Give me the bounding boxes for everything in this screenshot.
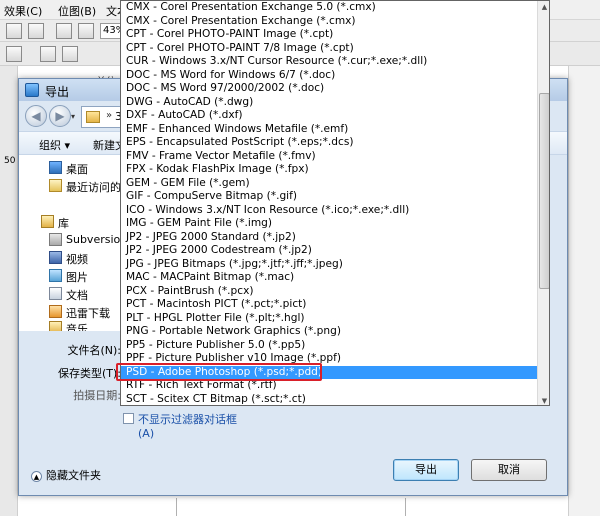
nav-item-label: 库 [58, 217, 69, 230]
filetype-label: 保存类型(T): [57, 367, 121, 380]
music-icon [49, 321, 62, 331]
nav-item-recent[interactable]: 最近访问的位 [19, 177, 132, 195]
organize-button[interactable]: 组织 ▾ [39, 137, 70, 153]
scrollbar-thumb[interactable] [539, 93, 549, 289]
hide-folders-toggle[interactable]: ▲ 隐藏文件夹 [31, 467, 101, 483]
video-icon [49, 251, 62, 264]
zoom-level[interactable]: 43% [100, 23, 125, 39]
dropdown-option[interactable]: IMG - GEM Paint File (*.img) [121, 217, 537, 231]
ruler-number: 50 [4, 156, 16, 166]
page-layout-icon[interactable] [40, 46, 56, 62]
documents-icon [49, 287, 62, 300]
forward-arrow-icon[interactable]: ▶ [49, 105, 71, 127]
no-filter-dialog-checkbox[interactable] [123, 413, 134, 424]
dropdown-option[interactable]: RTF - Rich Text Format (*.rtf) [121, 379, 537, 393]
no-filter-dialog-shortcut: (A) [138, 427, 155, 440]
dropdown-option[interactable]: FMV - Frame Vector Metafile (*.fmv) [121, 150, 537, 164]
pictures-icon [49, 269, 62, 282]
address-bar[interactable]: » 3- [81, 106, 126, 128]
dropdown-option[interactable]: PCX - PaintBrush (*.pcx) [121, 285, 537, 299]
nav-item-music[interactable]: 音乐 [19, 319, 123, 331]
landscape-icon[interactable] [62, 46, 78, 62]
dialog-title: 导出 [45, 85, 70, 99]
annotation-highlight-box [116, 363, 322, 381]
dropdown-option[interactable]: CUR - Windows 3.x/NT Cursor Resource (*.… [121, 55, 537, 69]
filename-label: 文件名(N): [67, 344, 121, 357]
dropdown-option[interactable]: FPX - Kodak FlashPix Image (*.fpx) [121, 163, 537, 177]
dropdown-option[interactable]: SCT - Scitex CT Bitmap (*.sct;*.ct) [121, 393, 537, 406]
dropdown-option[interactable]: DOC - MS Word 97/2000/2002 (*.doc) [121, 82, 537, 96]
dropdown-option[interactable]: GEM - GEM File (*.gem) [121, 177, 537, 191]
dropdown-option[interactable]: CMX - Corel Presentation Exchange 5.0 (*… [121, 1, 537, 15]
dropdown-option[interactable]: JP2 - JPEG 2000 Standard (*.jp2) [121, 231, 537, 245]
dropdown-option[interactable]: ICO - Windows 3.x/NT Icon Resource (*.ic… [121, 204, 537, 218]
filetype-dropdown-list[interactable]: ▲ ▼ CMX - Corel Presentation Exchange 5.… [120, 0, 550, 406]
page-border-line [405, 498, 406, 516]
menu-bitmap[interactable]: 位图(B) [58, 3, 96, 19]
dropdown-scrollbar[interactable]: ▲ ▼ [537, 1, 549, 405]
hide-folders-label: 隐藏文件夹 [46, 469, 101, 482]
dropdown-option[interactable]: CPT - Corel PHOTO-PAINT Image (*.cpt) [121, 28, 537, 42]
export-button[interactable]: 导出 [393, 459, 459, 481]
subversion-icon [49, 233, 62, 246]
dropdown-option[interactable]: PCT - Macintosh PICT (*.pct;*.pict) [121, 298, 537, 312]
export-icon [25, 83, 39, 97]
scroll-down-icon[interactable]: ▼ [538, 395, 549, 405]
dropdown-option[interactable]: PP5 - Picture Publisher 5.0 (*.pp5) [121, 339, 537, 353]
navigation-pane: 桌面 最近访问的位 库 Subversion 视频 图片 文档 迅雷下载 音乐 [19, 155, 132, 331]
nav-item-libraries[interactable]: 库 [19, 213, 123, 231]
nav-item-label: 图片 [66, 271, 88, 284]
docker-panel [568, 66, 600, 516]
dropdown-option[interactable]: DWG - AutoCAD (*.dwg) [121, 96, 537, 110]
portrait-icon[interactable] [6, 46, 22, 62]
page-border-line [176, 498, 177, 516]
dropdown-option[interactable]: GIF - CompuServe Bitmap (*.gif) [121, 190, 537, 204]
copy-icon[interactable] [6, 23, 22, 39]
dropdown-option[interactable]: JPG - JPEG Bitmaps (*.jpg;*.jtf;*.jff;*.… [121, 258, 537, 272]
dropdown-option[interactable]: EPS - Encapsulated PostScript (*.eps;*.d… [121, 136, 537, 150]
dropdown-option[interactable]: CMX - Corel Presentation Exchange (*.cmx… [121, 15, 537, 29]
back-arrow-icon[interactable]: ◀ [25, 105, 47, 127]
library-icon [41, 215, 54, 228]
dropdown-option[interactable]: MAC - MACPaint Bitmap (*.mac) [121, 271, 537, 285]
paste-icon[interactable] [28, 23, 44, 39]
nav-item-video[interactable]: 视频 [19, 249, 123, 267]
export-icon[interactable] [78, 23, 94, 39]
dropdown-option[interactable]: CPT - Corel PHOTO-PAINT 7/8 Image (*.cpt… [121, 42, 537, 56]
dropdown-option[interactable]: PNG - Portable Network Graphics (*.png) [121, 325, 537, 339]
menu-effects[interactable]: 效果(C) [4, 3, 42, 19]
breadcrumb-separator: » [106, 110, 113, 121]
nav-item-documents[interactable]: 文档 [19, 285, 123, 303]
nav-item-label: 音乐 [66, 323, 88, 331]
cancel-button[interactable]: 取消 [471, 459, 547, 481]
recent-places-icon [49, 179, 62, 192]
dropdown-option[interactable]: DXF - AutoCAD (*.dxf) [121, 109, 537, 123]
nav-item-label: 视频 [66, 253, 88, 266]
chevron-up-icon: ▲ [31, 470, 42, 482]
nav-item-label: 文档 [66, 289, 88, 302]
scroll-up-icon[interactable]: ▲ [538, 1, 549, 13]
download-icon [49, 305, 62, 318]
import-icon[interactable] [56, 23, 72, 39]
dropdown-option[interactable]: DOC - MS Word for Windows 6/7 (*.doc) [121, 69, 537, 83]
dropdown-option[interactable]: EMF - Enhanced Windows Metafile (*.emf) [121, 123, 537, 137]
vertical-ruler: 50 [0, 66, 18, 516]
shootdate-label: 拍摄日期: [73, 389, 121, 402]
nav-item-label: 桌面 [66, 163, 88, 176]
nav-item-label: Subversion [66, 233, 128, 246]
nav-item-subversion[interactable]: Subversion [19, 231, 127, 249]
dropdown-option[interactable]: PLT - HPGL Plotter File (*.plt;*.hgl) [121, 312, 537, 326]
dropdown-option[interactable]: JP2 - JPEG 2000 Codestream (*.jp2) [121, 244, 537, 258]
desktop-icon [49, 161, 62, 174]
nav-item-pictures[interactable]: 图片 [19, 267, 123, 285]
nav-item-desktop[interactable]: 桌面 [19, 159, 123, 177]
folder-icon [86, 111, 100, 123]
chevron-down-icon[interactable]: ▾ [71, 112, 79, 122]
no-filter-dialog-label[interactable]: 不显示过滤器对话框 [138, 411, 237, 427]
